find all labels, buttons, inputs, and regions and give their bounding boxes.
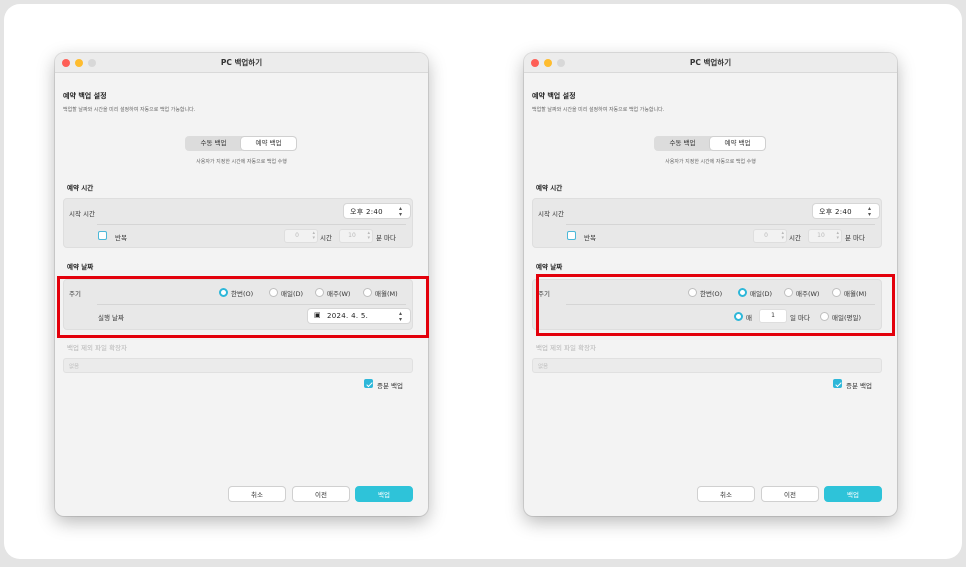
highlight-box-right: [536, 274, 895, 336]
title-bar: PC 백업하기: [55, 53, 428, 73]
section-subtitle: 백업할 날짜와 시간을 미리 설정하여 자동으로 백업 가능합니다.: [63, 107, 196, 113]
start-time-picker[interactable]: 오후 2:40 ▴ ▾: [344, 204, 410, 218]
incremental-backup-checkbox[interactable]: [833, 379, 842, 388]
backup-button[interactable]: 백업: [824, 486, 882, 502]
schedule-time-header: 예약 시간: [536, 184, 563, 192]
previous-button[interactable]: 이전: [761, 486, 819, 502]
start-time-label: 시작 시간: [538, 210, 564, 218]
cancel-button[interactable]: 취소: [228, 486, 286, 502]
window-title: PC 백업하기: [220, 58, 263, 67]
repeat-minutes-value: 10: [817, 232, 825, 239]
repeat-minutes-stepper[interactable]: 10 ▴ ▾: [340, 230, 372, 242]
mode-description: 사용자가 지정한 시간에 자동으로 백업 수행: [665, 159, 756, 165]
title-bar: PC 백업하기: [524, 53, 897, 73]
start-time-stepper-icon[interactable]: ▴ ▾: [399, 206, 402, 218]
start-time-label: 시작 시간: [69, 210, 95, 218]
repeat-label: 반복: [115, 234, 127, 242]
start-time-picker[interactable]: 오후 2:40 ▴ ▾: [813, 204, 879, 218]
minutes-stepper-icon[interactable]: ▴ ▾: [836, 231, 839, 241]
repeat-checkbox[interactable]: [98, 231, 107, 240]
backup-button[interactable]: 백업: [355, 486, 413, 502]
exclude-extensions-label: 백업 제외 파일 확장자: [67, 344, 128, 352]
hours-stepper-icon[interactable]: ▴ ▾: [781, 231, 784, 241]
start-time-stepper-icon[interactable]: ▴ ▾: [868, 206, 871, 218]
scheduled-backup-tab[interactable]: 예약 백업: [241, 137, 296, 150]
backup-mode-segmented-control: 수동 백업 예약 백업: [654, 136, 766, 151]
hours-unit-label: 시간: [320, 234, 332, 242]
repeat-minutes-stepper[interactable]: 10 ▴ ▾: [809, 230, 841, 242]
backup-mode-segmented-control: 수동 백업 예약 백업: [185, 136, 297, 151]
start-time-value: 오후 2:40: [819, 208, 852, 216]
window-title: PC 백업하기: [689, 58, 732, 67]
exclude-extensions-input[interactable]: 없음: [63, 358, 413, 373]
minutes-stepper-icon[interactable]: ▴ ▾: [367, 231, 370, 241]
highlight-box-left: [57, 276, 429, 338]
schedule-time-panel: 시작 시간 오후 2:40 ▴ ▾ 반복 0 ▴ ▾ 시간 10 ▴ ▾ 분 마다: [532, 198, 882, 248]
minutes-unit-label: 분 마다: [376, 234, 397, 242]
schedule-time-panel: 시작 시간 오후 2:40 ▴ ▾ 반복 0 ▴ ▾ 시간 10 ▴ ▾ 분 마다: [63, 198, 413, 248]
exclude-extensions-placeholder: 없음: [538, 364, 549, 370]
exclude-extensions-label: 백업 제외 파일 확장자: [536, 344, 597, 352]
hours-unit-label: 시간: [789, 234, 801, 242]
section-title: 예약 백업 설정: [63, 92, 107, 100]
scheduled-backup-tab[interactable]: 예약 백업: [710, 137, 765, 150]
repeat-hours-stepper[interactable]: 0 ▴ ▾: [285, 230, 317, 242]
exclude-extensions-placeholder: 없음: [69, 364, 80, 370]
start-time-value: 오후 2:40: [350, 208, 383, 216]
section-title: 예약 백업 설정: [532, 92, 576, 100]
previous-button[interactable]: 이전: [292, 486, 350, 502]
schedule-time-header: 예약 시간: [67, 184, 94, 192]
section-subtitle: 백업할 날짜와 시간을 미리 설정하여 자동으로 백업 가능합니다.: [532, 107, 665, 113]
repeat-hours-value: 0: [764, 232, 768, 239]
divider: [566, 224, 875, 225]
repeat-hours-value: 0: [295, 232, 299, 239]
incremental-backup-label: 증분 백업: [846, 382, 872, 390]
repeat-minutes-value: 10: [348, 232, 356, 239]
repeat-hours-stepper[interactable]: 0 ▴ ▾: [754, 230, 786, 242]
divider: [97, 224, 406, 225]
mode-description: 사용자가 지정한 시간에 자동으로 백업 수행: [196, 159, 287, 165]
minutes-unit-label: 분 마다: [845, 234, 866, 242]
repeat-checkbox[interactable]: [567, 231, 576, 240]
schedule-date-header: 예약 날짜: [536, 263, 563, 271]
cancel-button[interactable]: 취소: [697, 486, 755, 502]
incremental-backup-label: 증분 백업: [377, 382, 403, 390]
exclude-extensions-input[interactable]: 없음: [532, 358, 882, 373]
repeat-label: 반복: [584, 234, 596, 242]
manual-backup-tab[interactable]: 수동 백업: [655, 137, 710, 150]
incremental-backup-checkbox[interactable]: [364, 379, 373, 388]
manual-backup-tab[interactable]: 수동 백업: [186, 137, 241, 150]
schedule-date-header: 예약 날짜: [67, 263, 94, 271]
hours-stepper-icon[interactable]: ▴ ▾: [312, 231, 315, 241]
